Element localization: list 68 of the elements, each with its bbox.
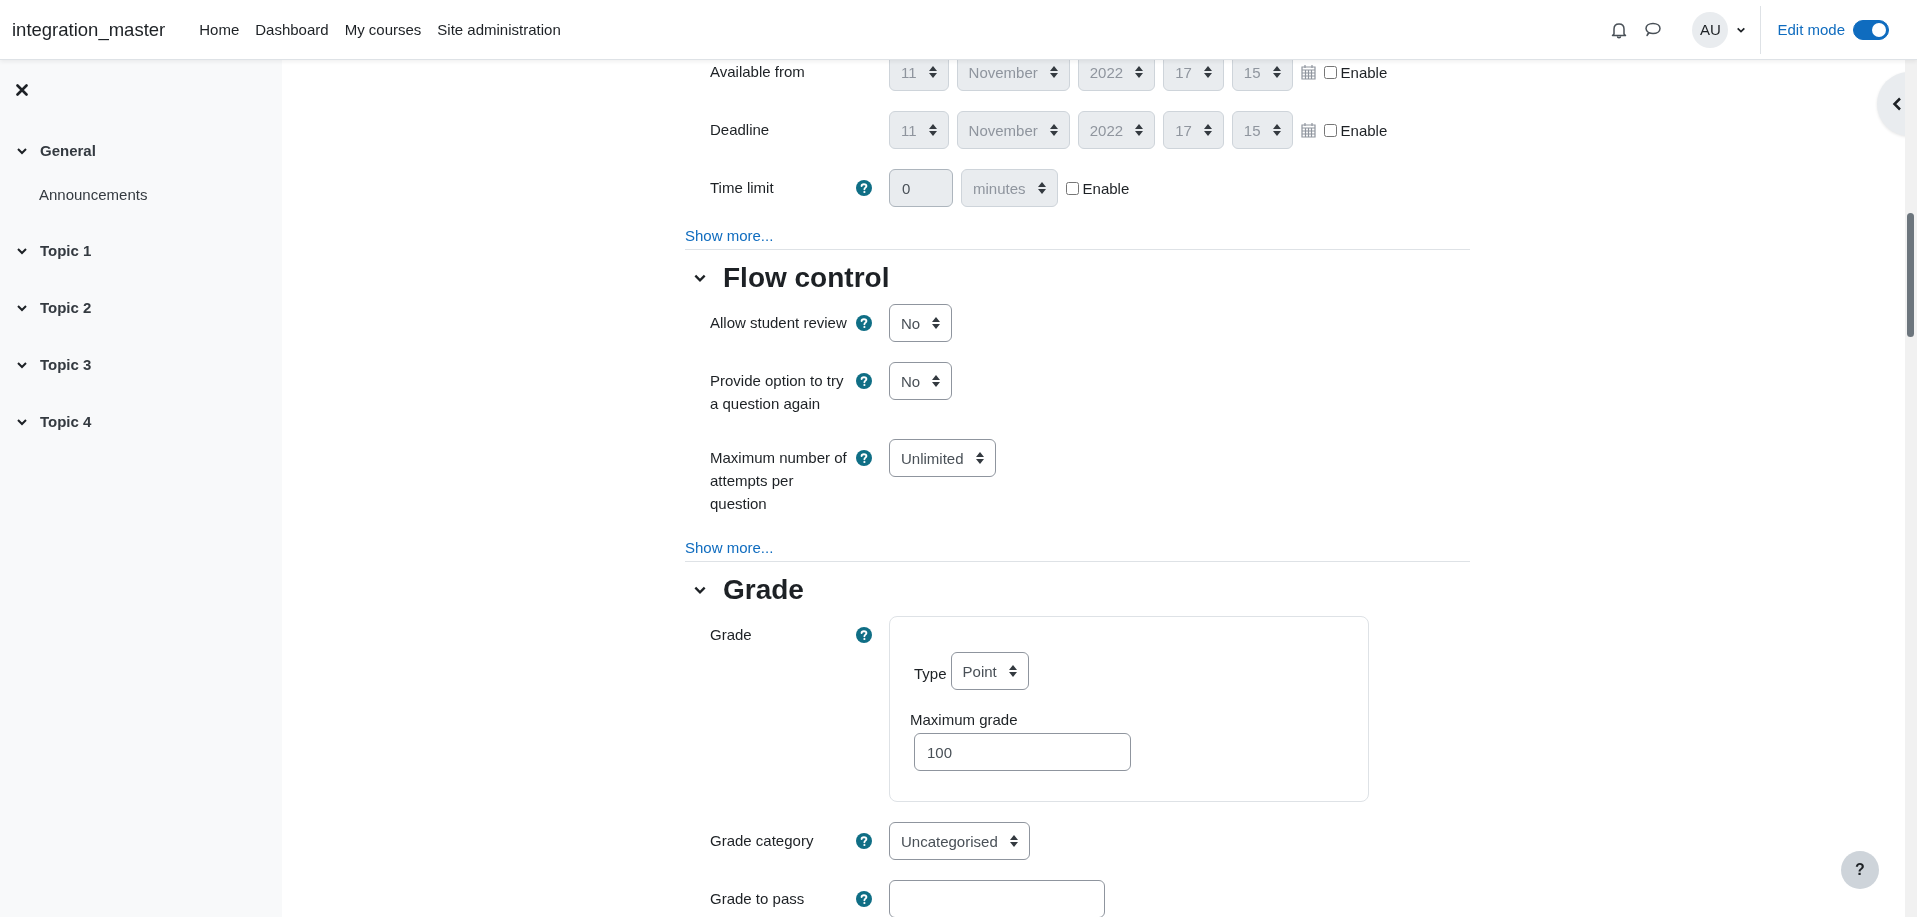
help-icon[interactable]	[856, 315, 872, 331]
field-label: Allow student review	[709, 313, 848, 333]
nav-link[interactable]: Dashboard	[247, 21, 337, 38]
field-label: Grade	[709, 625, 753, 645]
course-section-link[interactable]: Topic 3	[40, 356, 92, 373]
updown-caret-icon	[932, 375, 941, 387]
show-more-link[interactable]: Show more...	[685, 227, 774, 244]
user-avatar[interactable]: AU	[1692, 11, 1729, 48]
dropdown-select[interactable]: No	[889, 304, 953, 342]
field-label: Grade category	[709, 831, 815, 851]
updown-caret-icon	[975, 452, 984, 464]
help-icon[interactable]	[856, 891, 872, 907]
section-heading: Grade	[723, 574, 804, 606]
checkbox-label: Enable	[1340, 63, 1388, 81]
activity-link[interactable]: Announcements	[39, 186, 148, 203]
nav-link[interactable]: Home	[191, 21, 248, 38]
updown-caret-icon	[1272, 124, 1281, 136]
updown-caret-icon	[928, 66, 937, 78]
updown-caret-icon	[1037, 182, 1046, 194]
course-section-link[interactable]: Topic 2	[40, 299, 92, 316]
updown-caret-icon	[1049, 124, 1058, 136]
dropdown-select[interactable]: No	[889, 362, 953, 400]
field-label: Time limit	[709, 178, 775, 198]
updown-caret-icon	[928, 124, 937, 136]
show-more-link[interactable]: Show more...	[685, 539, 774, 556]
course-section-link[interactable]: General	[40, 142, 96, 159]
updown-caret-icon	[1203, 66, 1212, 78]
input-field[interactable]	[889, 880, 1105, 917]
field-label: Provide option to try a question again	[709, 371, 845, 414]
field-label: Grade to pass	[709, 889, 806, 909]
field-label: Maximum grade	[910, 711, 1019, 728]
speech-bubble-icon[interactable]	[1644, 20, 1663, 39]
field-label: Type	[914, 664, 947, 682]
updown-caret-icon	[1135, 124, 1144, 136]
nav-link[interactable]: My courses	[336, 21, 430, 38]
scrollbar-thumb[interactable]	[1907, 213, 1914, 337]
dropdown-select[interactable]: Uncategorised	[889, 822, 1030, 860]
section-heading: Flow control	[723, 262, 890, 294]
updown-caret-icon	[1272, 66, 1281, 78]
bell-icon[interactable]	[1610, 20, 1629, 39]
dropdown-select[interactable]: Unlimited	[889, 439, 996, 477]
help-icon[interactable]	[856, 450, 872, 466]
edit-mode-label: Edit mode	[1777, 21, 1845, 38]
site-name[interactable]: integration_master	[12, 18, 166, 41]
updown-caret-icon	[1135, 66, 1144, 78]
close-icon[interactable]	[16, 84, 28, 96]
updown-caret-icon	[1049, 66, 1058, 78]
drawer-toggle-button[interactable]	[1877, 72, 1905, 136]
field-label: Maximum number of attempts per question	[709, 448, 848, 514]
updown-caret-icon	[1008, 665, 1017, 677]
checkbox-label: Enable	[1082, 179, 1130, 197]
help-icon[interactable]	[856, 627, 872, 643]
help-icon[interactable]	[856, 373, 872, 389]
chevron-left-icon	[1892, 97, 1902, 111]
course-section-link[interactable]: Topic 4	[40, 413, 92, 430]
updown-caret-icon	[1203, 124, 1212, 136]
field-label: Available from	[709, 62, 806, 82]
updown-caret-icon	[1009, 835, 1018, 847]
nav-link[interactable]: Site administration	[429, 21, 569, 38]
edit-mode-toggle[interactable]	[1853, 19, 1889, 40]
course-section-link[interactable]: Topic 1	[40, 242, 92, 259]
input-field[interactable]: 100	[914, 733, 1131, 771]
field-label: Deadline	[709, 120, 771, 140]
help-button[interactable]: ?	[1841, 851, 1879, 889]
updown-caret-icon	[932, 317, 941, 329]
help-icon[interactable]	[856, 833, 872, 849]
checkbox-label: Enable	[1340, 121, 1388, 139]
type-select[interactable]: Point	[950, 652, 1029, 690]
